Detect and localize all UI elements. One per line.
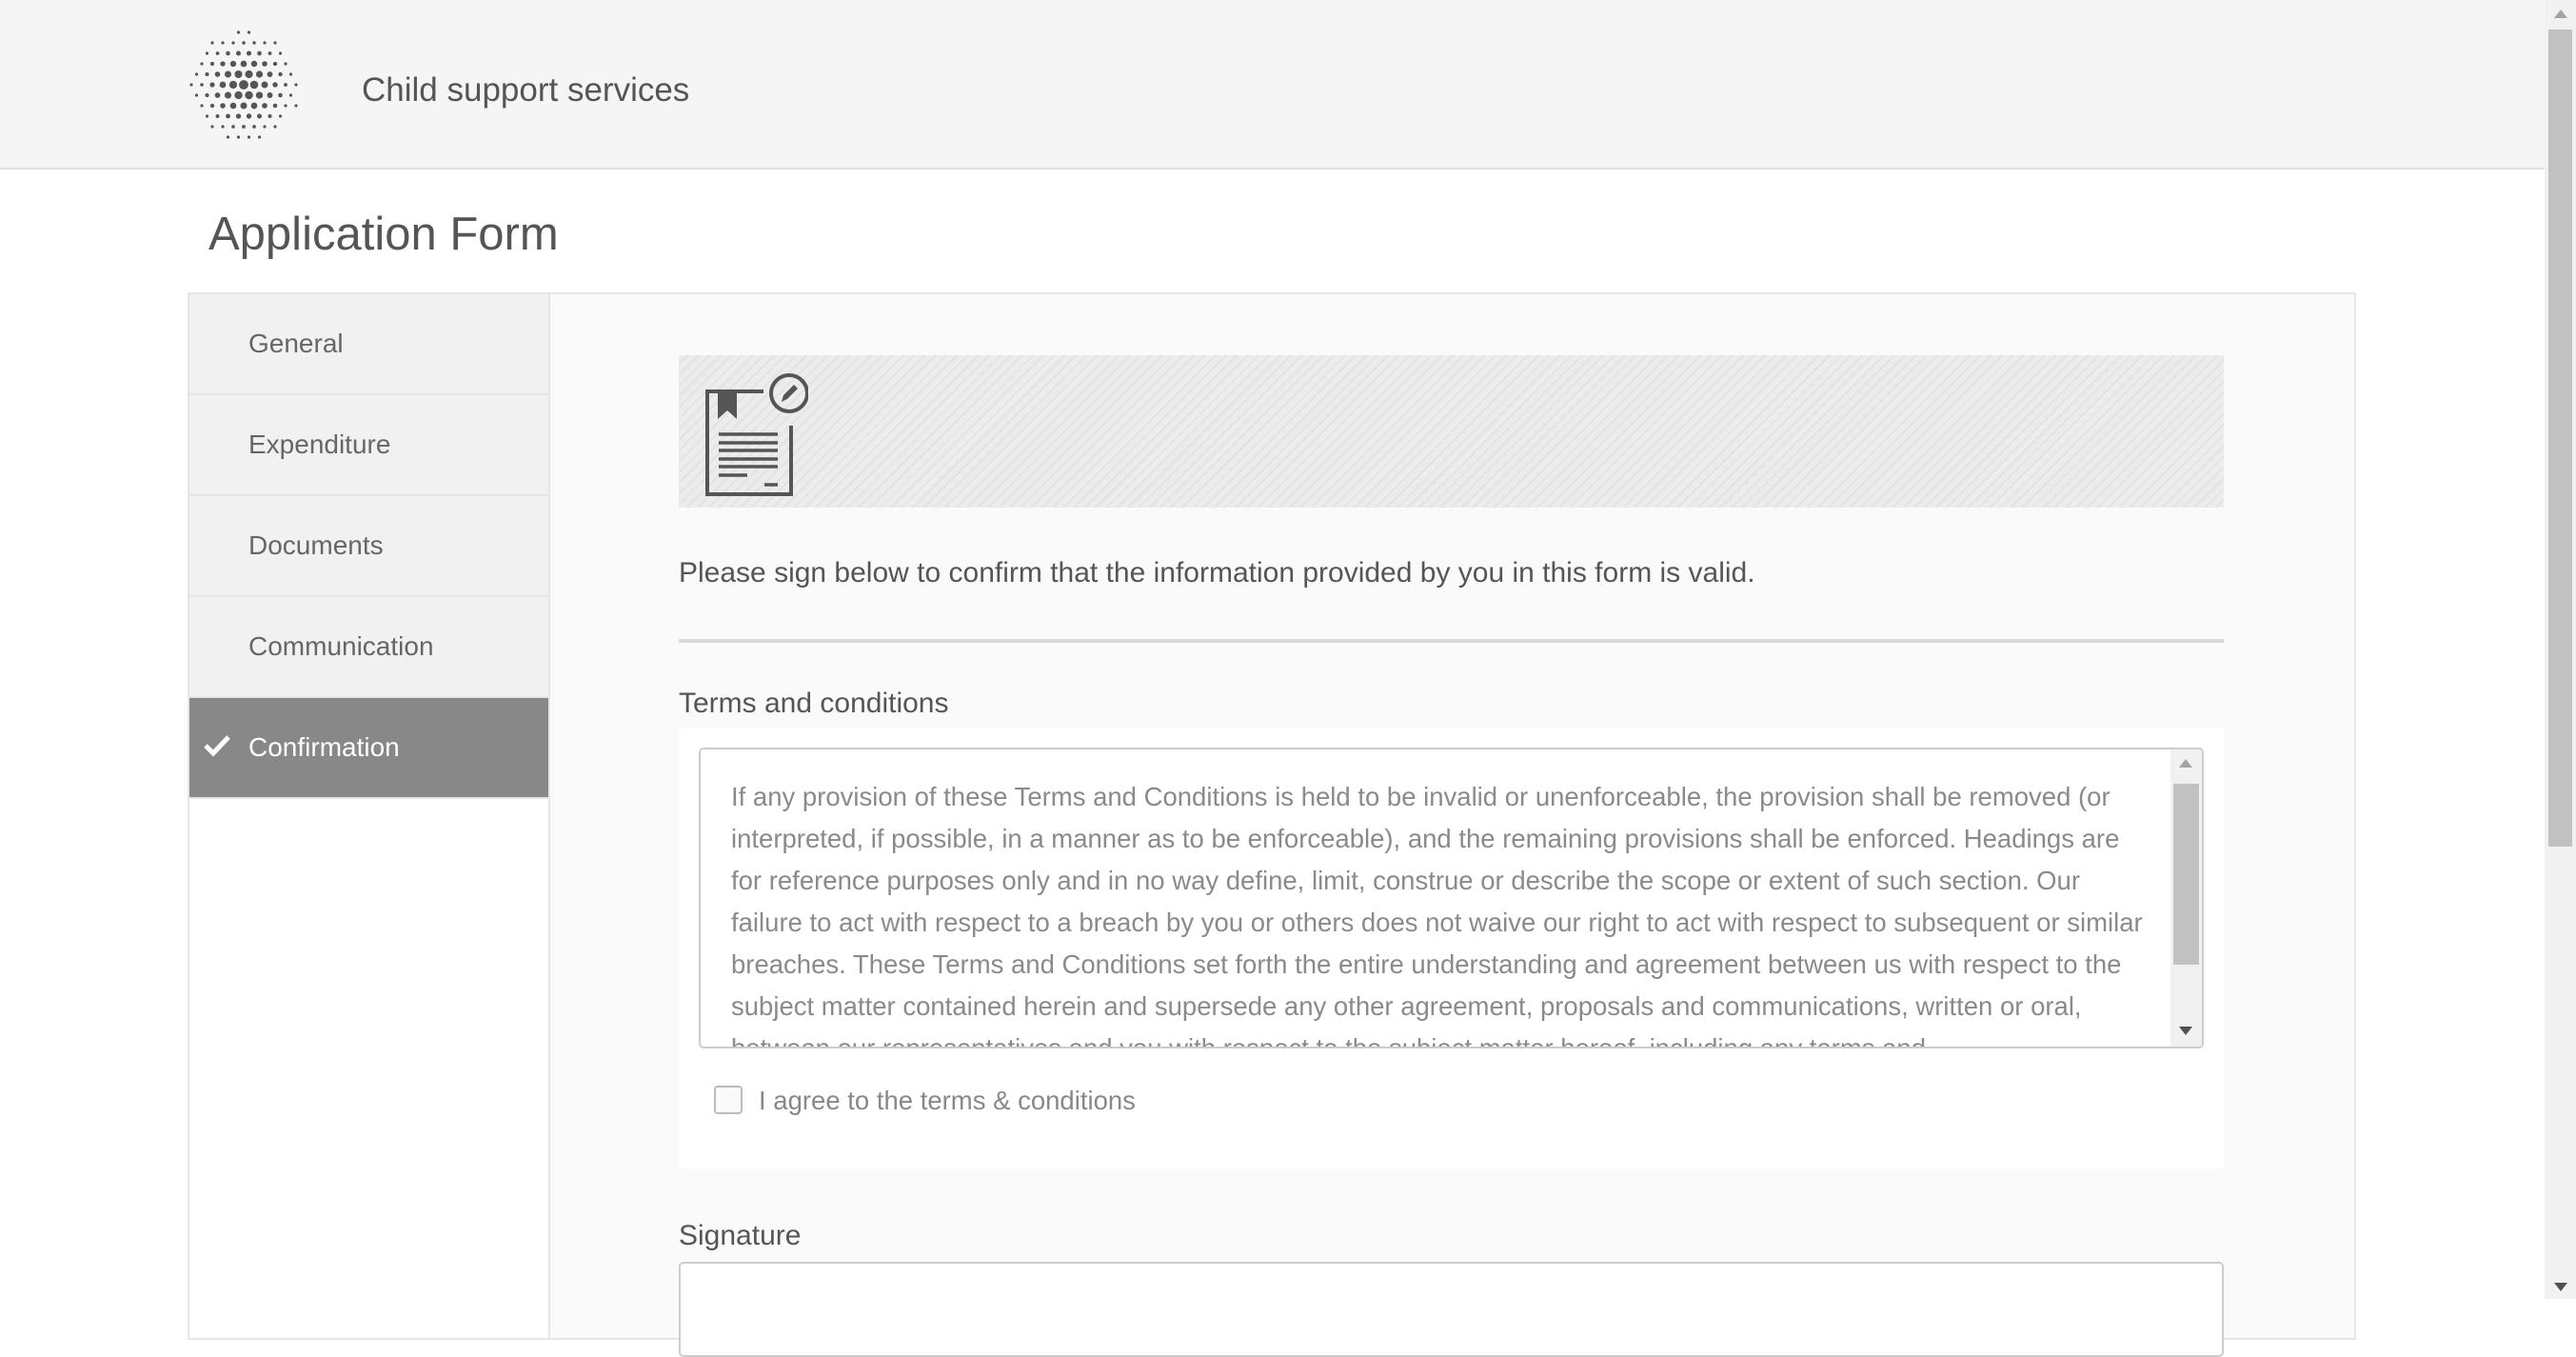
- content: Please sign below to confirm that the in…: [550, 294, 2354, 1357]
- document-sign-icon: [705, 373, 808, 496]
- page-title: Application Form: [208, 209, 559, 260]
- sidebar-item-label: General: [248, 329, 344, 358]
- form-panel: General Expenditure Documents Communicat…: [188, 292, 2356, 1357]
- sidebar-item-label: Expenditure: [248, 429, 391, 459]
- terms-scrollbar[interactable]: [2170, 749, 2202, 1047]
- agree-label[interactable]: I agree to the terms & conditions: [759, 1086, 1136, 1116]
- signature-field[interactable]: [679, 1262, 2224, 1357]
- terms-card: If any provision of these Terms and Cond…: [679, 728, 2224, 1168]
- logo-icon: [189, 30, 298, 139]
- sidebar-item-label: Confirmation: [248, 732, 400, 762]
- scroll-up-icon[interactable]: [2554, 10, 2567, 18]
- sidebar: General Expenditure Documents Communicat…: [189, 294, 550, 1338]
- terms-heading: Terms and conditions: [679, 688, 949, 719]
- site-title: Child support services: [362, 71, 690, 109]
- divider: [679, 639, 2224, 643]
- terms-scroll-thumb[interactable]: [2173, 784, 2199, 965]
- signature-label: Signature: [679, 1220, 802, 1251]
- sidebar-item-communication[interactable]: Communication: [189, 597, 548, 698]
- sidebar-item-general[interactable]: General: [189, 294, 548, 395]
- sidebar-item-label: Communication: [248, 631, 434, 661]
- sidebar-item-confirmation[interactable]: Confirmation: [189, 698, 548, 799]
- check-icon: [204, 735, 230, 757]
- instruction-text: Please sign below to confirm that the in…: [679, 557, 1755, 589]
- terms-textarea[interactable]: If any provision of these Terms and Cond…: [699, 748, 2204, 1048]
- page-scroll-thumb[interactable]: [2548, 30, 2572, 847]
- scroll-down-icon[interactable]: [2554, 1283, 2567, 1291]
- page-scrollbar[interactable]: [2545, 0, 2576, 1299]
- sidebar-item-label: Documents: [248, 530, 384, 560]
- scroll-down-icon[interactable]: [2179, 1027, 2192, 1035]
- sidebar-item-documents[interactable]: Documents: [189, 496, 548, 597]
- scroll-up-icon[interactable]: [2179, 759, 2192, 768]
- agree-checkbox[interactable]: [714, 1086, 743, 1114]
- banner: [679, 355, 2224, 508]
- header: Child support services: [0, 0, 2545, 170]
- terms-text: If any provision of these Terms and Cond…: [731, 782, 2143, 1048]
- sidebar-item-expenditure[interactable]: Expenditure: [189, 395, 548, 496]
